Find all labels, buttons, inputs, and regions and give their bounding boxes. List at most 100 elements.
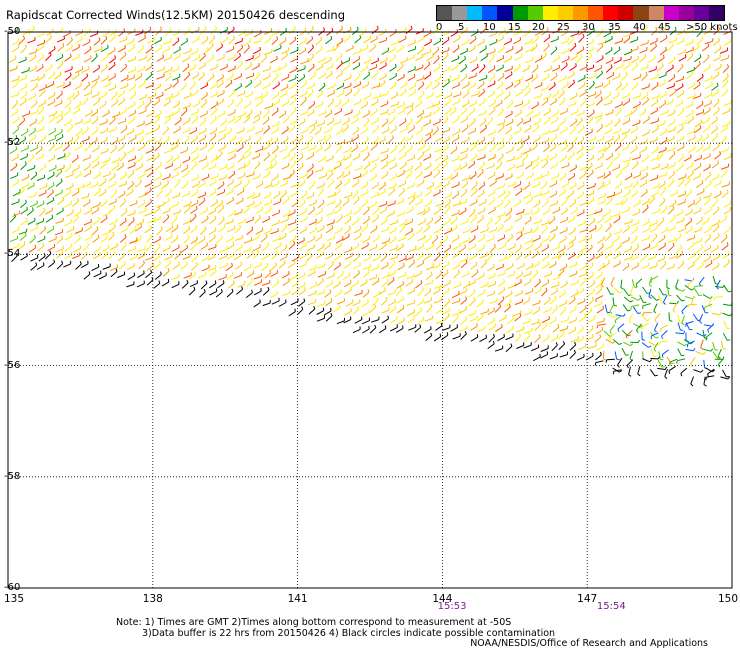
wind-barb (91, 129, 99, 136)
wind-barb (119, 174, 127, 181)
wind-barb-flag (284, 232, 287, 236)
wind-barb (263, 154, 270, 162)
wind-barb (631, 84, 639, 91)
wind-barb-flag (449, 244, 452, 248)
wind-barb (173, 181, 181, 188)
wind-barb-flag (96, 108, 99, 113)
wind-barb-flag (132, 169, 135, 174)
wind-barb (405, 147, 413, 154)
wind-barb-flag (115, 145, 117, 149)
wind-barb (309, 74, 316, 81)
wind-barb (458, 247, 466, 253)
wind-barb (99, 163, 107, 169)
wind-barb (406, 302, 415, 306)
wind-barb (675, 279, 679, 288)
wind-barb-flag (510, 207, 513, 211)
wind-barb (215, 291, 223, 298)
wind-barb-flag (150, 71, 153, 76)
wind-barb (641, 99, 649, 106)
wind-barb-flag (50, 63, 53, 68)
wind-barb-flag (535, 43, 538, 47)
wind-barb (362, 238, 370, 243)
wind-barb (452, 118, 460, 124)
wind-barb-flag (249, 145, 252, 149)
wind-barb (100, 55, 108, 62)
wind-barb-flag (526, 152, 529, 157)
wind-barb (632, 156, 641, 161)
wind-barb-flag (520, 231, 523, 236)
wind-barb (533, 176, 542, 181)
wind-barb (435, 203, 444, 207)
wind-barb-flag (608, 259, 611, 263)
wind-barb (531, 113, 540, 118)
wind-barb-flag (278, 98, 281, 102)
wind-barb (434, 76, 442, 83)
wind-barb-flag (176, 78, 179, 82)
wind-barb-flag (413, 125, 415, 129)
wind-barb (459, 164, 467, 170)
wind-barb (62, 84, 71, 89)
wind-barb (281, 273, 290, 279)
wind-barb (199, 113, 208, 118)
wind-barb (162, 138, 170, 145)
wind-barb (480, 55, 488, 62)
wind-barb (189, 129, 197, 135)
wind-barb (361, 83, 369, 89)
wind-barb (615, 172, 622, 179)
wind-barb (227, 68, 236, 73)
wind-barb (29, 237, 36, 244)
wind-barb (408, 262, 415, 269)
wind-barb-flag (636, 81, 639, 85)
wind-barb (460, 298, 468, 305)
wind-barb-flag (484, 259, 488, 263)
wind-barb (451, 158, 460, 162)
wind-barb (586, 274, 594, 281)
wind-barb-flag (582, 33, 585, 37)
wind-barb-flag (186, 261, 188, 265)
wind-barb (433, 254, 441, 262)
wind-barb (99, 129, 108, 134)
wind-barb-flag (655, 43, 657, 47)
wind-barb (372, 257, 381, 262)
wind-barb-flag (53, 259, 56, 263)
wind-barb (494, 218, 502, 225)
wind-barb (613, 287, 620, 294)
wind-barb-flag (215, 107, 218, 111)
wind-barb-flag (574, 199, 577, 203)
wind-barb-flag (609, 171, 611, 175)
wind-barb (487, 139, 495, 145)
wind-barb-flag (203, 236, 206, 240)
wind-map-plot (7, 24, 733, 589)
wind-barb-flag (547, 279, 550, 283)
wind-barb (461, 183, 468, 189)
wind-barb-flag (78, 106, 81, 110)
wind-barb-flag (664, 100, 667, 104)
wind-barb-flag (581, 250, 584, 254)
wind-barb (477, 171, 484, 178)
wind-barb (639, 148, 647, 154)
wind-barb (316, 92, 324, 99)
wind-barb-flag (17, 153, 19, 157)
wind-barb (452, 193, 460, 200)
wind-barb-flag (591, 115, 594, 119)
wind-barb (588, 345, 597, 350)
wind-barb (317, 273, 326, 278)
wind-barb-flag (72, 209, 74, 213)
wind-barb (407, 235, 415, 241)
wind-barb (567, 73, 575, 79)
wind-barb (36, 177, 45, 181)
wind-barb-flag (267, 286, 270, 291)
wind-barb (363, 74, 370, 80)
wind-barb (614, 145, 622, 152)
wind-barb (361, 139, 369, 145)
wind-barb-flag (26, 206, 28, 210)
wind-barb (289, 99, 297, 106)
wind-barb (579, 166, 588, 171)
wind-barb (685, 104, 694, 109)
wind-barb (425, 306, 433, 313)
wind-barb-flag (681, 299, 685, 302)
wind-barb (642, 228, 651, 233)
wind-barb-flag (664, 366, 668, 370)
wind-barb (381, 309, 389, 314)
wind-barb (362, 266, 371, 270)
